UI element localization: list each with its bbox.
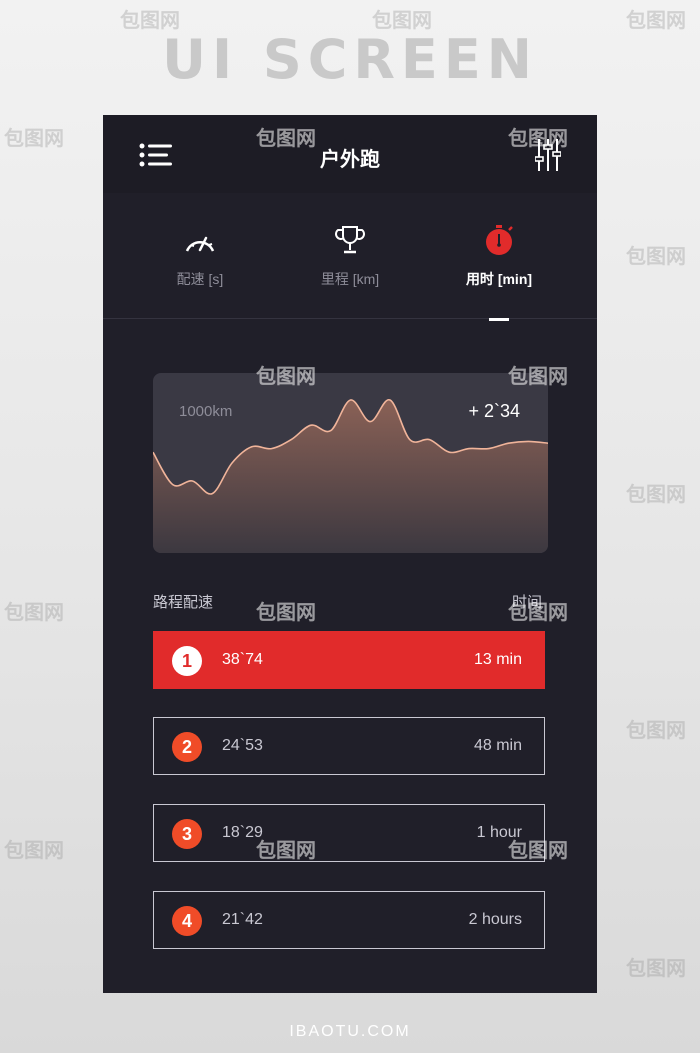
watermark-logo: 包图网: [4, 838, 64, 862]
time-label: 时间: [512, 593, 543, 611]
watermark-logo: 包图网: [626, 244, 686, 268]
record-row-3[interactable]: 3 18`29 1 hour: [153, 804, 545, 862]
metric-tabs: 配速 [s] 里程 [km] 用时 [min]: [103, 223, 597, 318]
chart-area: [153, 399, 548, 553]
record-duration: 1 hour: [476, 824, 522, 841]
record-number-badge: 4: [172, 906, 202, 936]
route-pace-label: 路程配速: [153, 593, 214, 611]
tab-time[interactable]: 用时 [min]: [439, 223, 559, 303]
record-pace: 38`74: [222, 651, 263, 668]
tab-time-label: 用时 [min]: [465, 271, 533, 287]
record-pace: 18`29: [222, 824, 263, 841]
record-duration: 2 hours: [468, 911, 522, 928]
watermark-logo: 包图网: [626, 482, 686, 506]
record-pace: 24`53: [222, 737, 263, 754]
tab-divider: [103, 318, 597, 319]
trophy-icon: [335, 226, 365, 254]
record-number-badge: 3: [172, 819, 202, 849]
footer-site: IBAOTU.COM: [289, 1023, 411, 1040]
record-row-1[interactable]: 1 38`74 13 min: [153, 631, 545, 689]
active-tab-indicator: [489, 318, 509, 321]
record-number-badge: 2: [172, 732, 202, 762]
chart-distance-label: 1000km: [179, 403, 233, 420]
area-chart: [153, 399, 548, 553]
record-duration: 48 min: [473, 737, 522, 754]
record-row-2[interactable]: 2 24`53 48 min: [153, 717, 545, 775]
watermark-logo: 包图网: [4, 126, 64, 150]
filter-sliders-icon[interactable]: [535, 137, 561, 173]
tab-pace[interactable]: 配速 [s]: [140, 223, 260, 303]
watermark-logo: 包图网: [4, 600, 64, 624]
top-bar: 户外跑: [103, 115, 597, 193]
chart-delta-value: + 2`34: [468, 401, 520, 421]
record-duration: 13 min: [473, 651, 522, 668]
watermark-logo: 包图网: [626, 718, 686, 742]
phone-screen: 户外跑 配速 [s] 里程 [km] 用时 [min] 1000km + 2`3…: [103, 115, 597, 993]
banner-title: UI SCREEN: [162, 28, 538, 91]
record-number-badge: 1: [172, 646, 202, 676]
watermark-logo: 包图网: [626, 956, 686, 980]
stopwatch-icon: [486, 225, 513, 255]
speedometer-icon: [185, 236, 215, 252]
tab-pace-label: 配速 [s]: [176, 271, 224, 287]
chart-card: 1000km + 2`34: [153, 373, 548, 553]
page-title: 户外跑: [320, 147, 380, 171]
record-pace: 21`42: [222, 911, 263, 928]
tab-distance[interactable]: 里程 [km]: [290, 223, 410, 303]
tab-distance-label: 里程 [km]: [320, 271, 380, 287]
record-row-4[interactable]: 4 21`42 2 hours: [153, 891, 545, 949]
